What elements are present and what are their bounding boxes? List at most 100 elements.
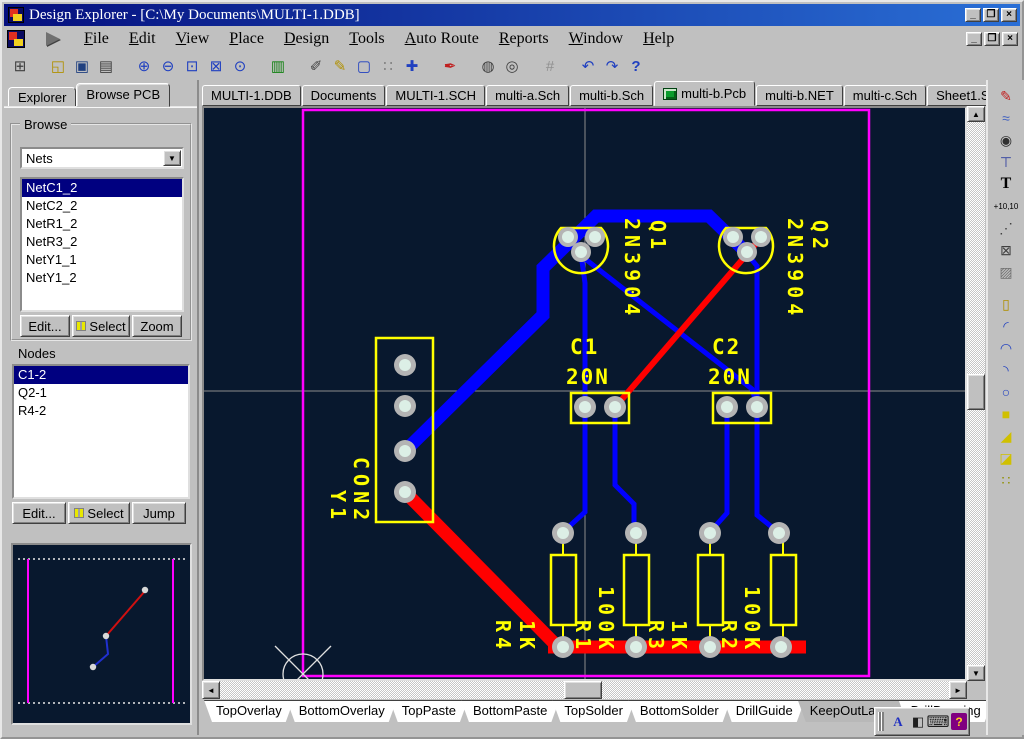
place-polygon-icon[interactable]: ◢ — [993, 426, 1019, 446]
split-plane-icon[interactable]: ◪ — [993, 448, 1019, 468]
browse-mode-dropdown[interactable]: Nets ▼ — [20, 147, 184, 169]
doc-tab-multi-c-sch[interactable]: multi-c.Sch — [844, 85, 926, 106]
move-icon[interactable]: ✚ — [400, 54, 424, 78]
list-item-net[interactable]: NetR1_2 — [22, 215, 182, 233]
drawing-tool-icon[interactable]: ✎ — [328, 54, 352, 78]
menu-edit[interactable]: Edit — [119, 28, 166, 50]
board-wizard-icon[interactable]: ▥ — [266, 54, 290, 78]
zoom-point-icon[interactable]: ⊙ — [228, 54, 252, 78]
font-tool-icon[interactable]: A — [888, 711, 908, 732]
doc-tab-multi-b-net[interactable]: multi-b.NET — [756, 85, 843, 106]
menu-file[interactable]: File — [74, 28, 119, 50]
save-icon[interactable]: ▣ — [70, 54, 94, 78]
layer-tab-topoverlay[interactable]: TopOverlay — [204, 700, 294, 722]
doc-tab-multi-b-sch[interactable]: multi-b.Sch — [570, 85, 653, 106]
pcb-canvas[interactable]: 2N3904 Q1 2N3904 Q2 C1 20N C2 20N Y1 CON… — [202, 106, 967, 681]
explorer-tree-icon[interactable]: ⊞ — [8, 54, 32, 78]
scroll-up-icon[interactable]: ▲ — [967, 106, 985, 122]
place-string-icon[interactable]: T — [993, 174, 1019, 194]
zoom-in-icon[interactable]: ⊕ — [132, 54, 156, 78]
layer-tab-drillguide[interactable]: DrillGuide — [724, 700, 805, 722]
edge-arc-icon[interactable]: ◜ — [993, 316, 1019, 336]
chevron-down-icon[interactable]: ▼ — [163, 150, 181, 166]
layer-tab-bottomoverlay[interactable]: BottomOverlay — [287, 700, 397, 722]
list-item-node[interactable]: Q2-1 — [14, 384, 188, 402]
zoom-document-icon[interactable]: ⊠ — [204, 54, 228, 78]
node-select-button[interactable]: Select — [68, 502, 130, 524]
angle-arc-icon[interactable]: ◝ — [993, 360, 1019, 380]
toolbar-grip-handle[interactable] — [878, 712, 884, 731]
mdi-restore-button[interactable]: ❐ — [984, 32, 1000, 46]
place-via-icon[interactable]: ⊤ — [993, 152, 1019, 172]
app-icon[interactable] — [8, 7, 24, 23]
place-dimension-icon[interactable]: ⋰ — [993, 218, 1019, 238]
tab-explorer[interactable]: Explorer — [8, 87, 76, 107]
scroll-right-icon[interactable]: ► — [949, 681, 967, 699]
open-document-icon[interactable]: ◱ — [46, 54, 70, 78]
document-app-icon[interactable] — [7, 30, 25, 48]
restore-button[interactable]: ❐ — [983, 8, 999, 22]
highlight-pen-icon[interactable]: ✒ — [438, 54, 462, 78]
list-item-net[interactable]: NetR3_2 — [22, 233, 182, 251]
list-item-node[interactable]: C1-2 — [14, 366, 188, 384]
zoom-out-icon[interactable]: ⊖ — [156, 54, 180, 78]
redo-icon[interactable]: ↷ — [600, 54, 624, 78]
net-edit-button[interactable]: Edit... — [20, 315, 70, 337]
close-button[interactable]: × — [1001, 8, 1017, 22]
place-coordinate-icon[interactable]: +10,10 — [993, 196, 1019, 216]
deselect-icon[interactable]: ∷ — [376, 54, 400, 78]
layer-tab-toppaste[interactable]: TopPaste — [390, 700, 468, 722]
list-item-net[interactable]: NetC1_2 — [22, 179, 182, 197]
menu-auto-route[interactable]: Auto Route — [395, 28, 489, 50]
layer-tab-bottomsolder[interactable]: BottomSolder — [628, 700, 731, 722]
net-zoom-button[interactable]: Zoom — [132, 315, 182, 337]
select-area-icon[interactable]: ▢ — [352, 54, 376, 78]
help-book-icon[interactable]: ? — [951, 713, 967, 730]
menu-tools[interactable]: Tools — [339, 28, 394, 50]
undo-icon[interactable]: ↶ — [576, 54, 600, 78]
scroll-left-icon[interactable]: ◄ — [202, 681, 220, 699]
keyboard-tool-icon[interactable]: ⌨ — [928, 711, 948, 732]
list-item-net[interactable]: NetY1_1 — [22, 251, 182, 269]
net-list[interactable]: NetC1_2 NetC2_2 NetR1_2 NetR3_2 NetY1_1 … — [20, 177, 184, 312]
doc-tab-multi-b-pcb[interactable]: multi-b.Pcb — [654, 81, 755, 106]
full-circle-icon[interactable]: ○ — [993, 382, 1019, 402]
node-jump-button[interactable]: Jump — [132, 502, 186, 524]
scroll-down-icon[interactable]: ▼ — [967, 665, 985, 681]
vertical-scrollbar[interactable]: ▲ ▼ — [967, 106, 985, 681]
place-arc-edges-icon[interactable]: ≈ — [993, 108, 1019, 128]
grid-icon[interactable]: # — [538, 54, 562, 78]
view-3d-icon[interactable]: ◍ — [476, 54, 500, 78]
doc-tab-multi-1-sch[interactable]: MULTI-1.SCH — [386, 85, 485, 106]
net-select-button[interactable]: Select — [72, 315, 130, 337]
place-plane-icon[interactable]: ▨ — [993, 262, 1019, 282]
list-item-node[interactable]: R4-2 — [14, 402, 188, 420]
doc-tab-multi-a-sch[interactable]: multi-a.Sch — [486, 85, 569, 106]
print-icon[interactable]: ▤ — [94, 54, 118, 78]
minimize-button[interactable]: _ — [965, 8, 981, 22]
design-explorer-arrow-icon[interactable] — [46, 32, 60, 46]
vertical-scroll-thumb[interactable] — [967, 374, 985, 410]
panel-tool-icon[interactable]: ◧ — [908, 711, 928, 732]
horizontal-scroll-thumb[interactable] — [564, 681, 602, 699]
node-edit-button[interactable]: Edit... — [12, 502, 66, 524]
pad-array-icon[interactable]: ∷ — [993, 470, 1019, 490]
place-fill-icon[interactable]: ■ — [993, 404, 1019, 424]
tab-browse-pcb[interactable]: Browse PCB — [76, 83, 170, 107]
layer-tab-topsolder[interactable]: TopSolder — [552, 700, 635, 722]
place-pad-icon[interactable]: ◉ — [993, 130, 1019, 150]
list-item-net[interactable]: NetY1_2 — [22, 269, 182, 287]
doc-tab-documents[interactable]: Documents — [302, 85, 386, 106]
place-track-icon[interactable]: ✎ — [993, 86, 1019, 106]
mdi-close-button[interactable]: × — [1002, 32, 1018, 46]
menu-help[interactable]: Help — [633, 28, 684, 50]
wiring-tool-icon[interactable]: ✐ — [304, 54, 328, 78]
menu-window[interactable]: Window — [559, 28, 633, 50]
view-3d-zoom-icon[interactable]: ◎ — [500, 54, 524, 78]
floating-mini-toolbar[interactable]: A ◧ ⌨ ? — [874, 707, 970, 736]
mdi-minimize-button[interactable]: _ — [966, 32, 982, 46]
menu-place[interactable]: Place — [219, 28, 274, 50]
doc-tab-multi-1-ddb[interactable]: MULTI-1.DDB — [202, 85, 301, 106]
zoom-window-icon[interactable]: ⊡ — [180, 54, 204, 78]
list-item-net[interactable]: NetC2_2 — [22, 197, 182, 215]
